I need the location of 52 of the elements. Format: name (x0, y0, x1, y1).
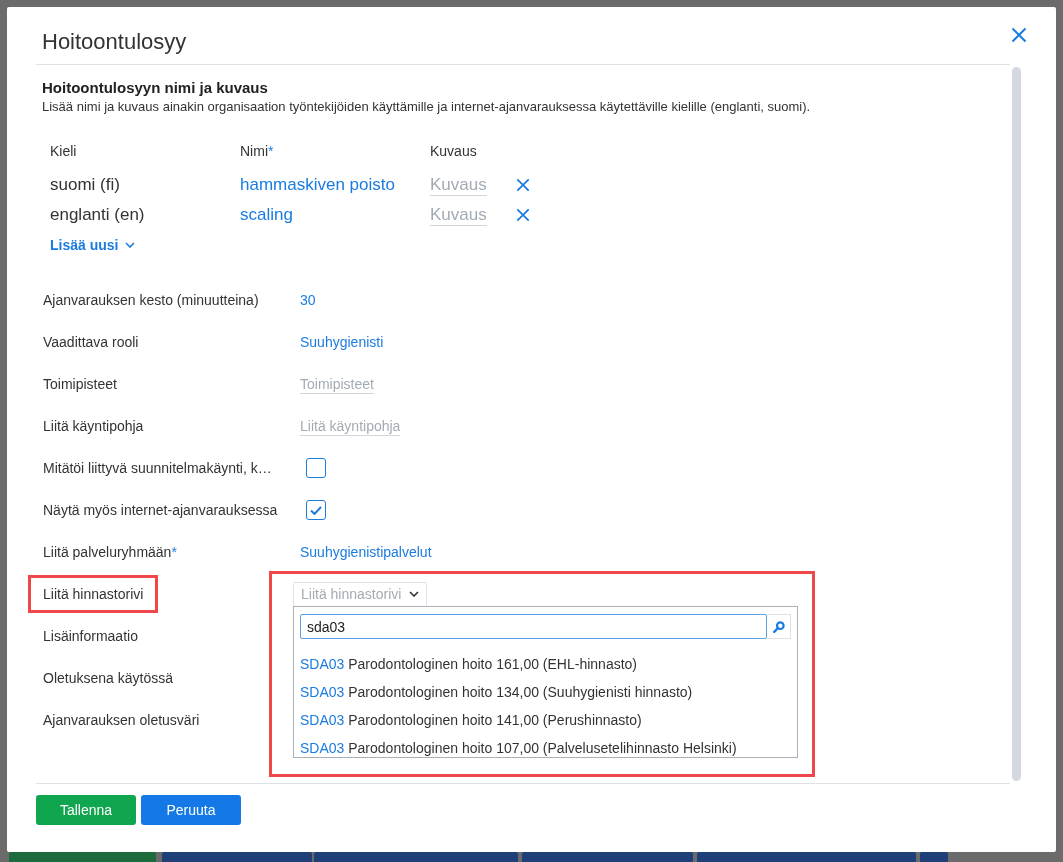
section-heading: Hoitoontulosyyn nimi ja kuvaus (42, 78, 269, 98)
field-label: Liitä hinnastorivi (43, 585, 144, 604)
field-label: Liitä käyntipohja (43, 417, 144, 436)
search-button[interactable] (767, 614, 791, 639)
search-field[interactable]: sda03 (300, 614, 767, 639)
field-label: Ajanvarauksen oletusväri (43, 711, 200, 730)
search-icon (772, 620, 785, 633)
remove-button[interactable] (516, 208, 530, 222)
field-label: Liitä palveluryhmään* (43, 543, 177, 562)
field-value[interactable]: Suuhygienistipalvelut (300, 542, 432, 562)
name-value[interactable]: hammaskiven poisto (240, 170, 395, 200)
dropdown-option[interactable]: SDA03 Parodontologinen hoito 134,00 (Suuhygienisti hinnasto) (300, 683, 791, 701)
field-label: Toimipisteet (43, 375, 117, 394)
chevron-down-icon (409, 591, 420, 597)
field-label: Näytä myös internet-ajanvarauksessa (43, 501, 278, 520)
name-value[interactable]: scaling (240, 200, 293, 230)
section-description: Lisää nimi ja kuvaus ainakin organisaation työntekijöiden käyttämille ja internet-ajanvarauksessa käytettäville kielille (englanti, suomi). (42, 98, 812, 116)
language-name: englanti (en) (50, 204, 145, 226)
cross-icon (516, 208, 530, 222)
description-field[interactable]: Kuvaus (430, 174, 487, 196)
field-label: Mitätöi liittyvä suunnitelmakäynti, k… (43, 459, 272, 478)
picker-field[interactable]: Liitä käyntipohja (300, 416, 401, 436)
field-label: Lisäinformaatio (43, 627, 138, 646)
chevron-down-icon (125, 242, 136, 248)
field-value[interactable]: Suuhygienisti (300, 332, 384, 352)
cancel-button[interactable]: Peruuta (141, 795, 241, 825)
dialog-title: Hoitoontulosyy (42, 29, 187, 55)
description-field[interactable]: Kuvaus (430, 204, 487, 226)
check-icon (310, 505, 322, 515)
field-value[interactable]: 30 (300, 290, 316, 310)
add-new-link[interactable]: Lisää uusi (50, 230, 136, 260)
language-name: suomi (fi) (50, 174, 120, 196)
save-button[interactable]: Tallenna (36, 795, 136, 825)
column-header: Kieli (50, 142, 77, 161)
dropdown-button[interactable]: Liitä hinnastorivi (293, 582, 428, 606)
picker-field[interactable]: Toimipisteet (300, 374, 374, 394)
close-button[interactable] (1011, 27, 1027, 43)
dropdown-option[interactable]: SDA03 Parodontologinen hoito 141,00 (Perushinnasto) (300, 711, 791, 729)
dropdown-option[interactable]: SDA03 Parodontologinen hoito 161,00 (EHL-hinnasto) (300, 655, 791, 673)
scrollbar[interactable] (1012, 67, 1021, 781)
cross-icon (516, 178, 530, 192)
checkbox[interactable] (306, 458, 326, 478)
close-icon (1011, 27, 1027, 43)
field-label: Ajanvarauksen kesto (minuutteina) (43, 291, 259, 310)
field-label: Vaadittava rooli (43, 333, 139, 352)
remove-button[interactable] (516, 178, 530, 192)
column-header: Kuvaus (430, 142, 477, 161)
field-label: Oletuksena käytössä (43, 669, 173, 688)
checkbox[interactable] (306, 500, 326, 520)
column-header: Nimi* (240, 142, 274, 161)
backdrop-bar (920, 852, 948, 862)
dropdown-option[interactable]: SDA03 Parodontologinen hoito 107,00 (Palvelusetelihinnasto Helsinki) (300, 739, 791, 757)
